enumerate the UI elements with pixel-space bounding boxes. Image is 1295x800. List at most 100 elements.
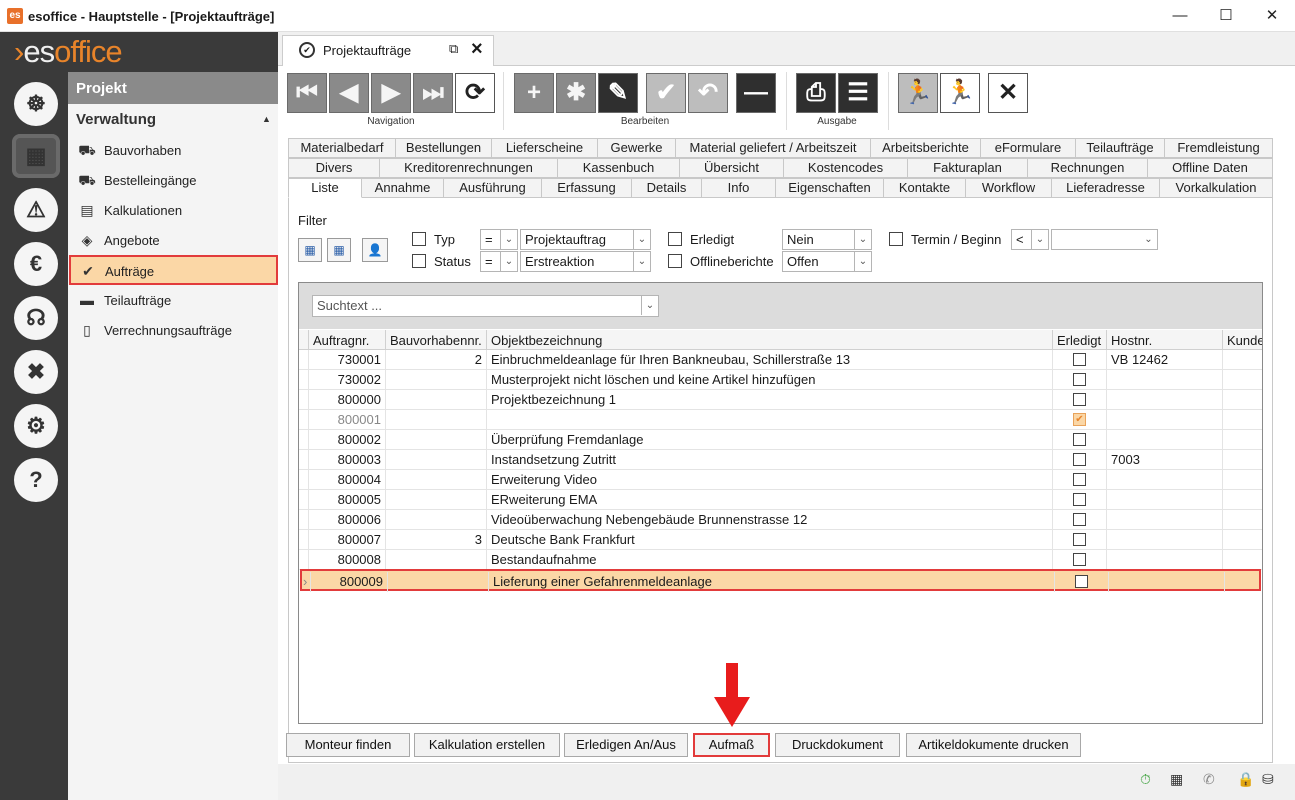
database-icon[interactable]: ⛁	[1262, 771, 1274, 788]
cell-kunde[interactable]	[1223, 370, 1262, 390]
cell-bauvorhabennr[interactable]	[386, 390, 487, 410]
cell-erledigt[interactable]	[1055, 572, 1109, 592]
cell-bauvorhabennr[interactable]: 2	[386, 350, 487, 370]
cell-hostnr[interactable]	[1107, 410, 1223, 430]
table-row[interactable]: 800007 3 Deutsche Bank Frankfurt	[299, 530, 1262, 550]
cell-auftragnr[interactable]: 730002	[309, 370, 386, 390]
tab-workflow[interactable]: Workflow	[966, 178, 1052, 198]
cell-auftragnr[interactable]: 800003	[309, 450, 386, 470]
cell-objektbezeichnung[interactable]: Instandsetzung Zutritt	[487, 450, 1053, 470]
user-filter-icon[interactable]: 👤	[362, 238, 388, 262]
col-erledigt[interactable]: Erledigt	[1053, 330, 1107, 350]
nav-item-angebote[interactable]: ◈ Angebote	[70, 226, 278, 254]
erledigt-checkbox[interactable]	[1073, 393, 1086, 406]
cell-auftragnr[interactable]: 730001	[309, 350, 386, 370]
cell-hostnr[interactable]	[1107, 430, 1223, 450]
erledigt-select[interactable]: Nein ⌄	[782, 229, 872, 250]
col-objektbezeichnung[interactable]: Objektbezeichnung	[487, 330, 1053, 350]
tab-details[interactable]: Details	[632, 178, 702, 198]
filter-building-icon[interactable]: ▦	[298, 238, 322, 262]
erledigt-checkbox[interactable]	[1073, 373, 1086, 386]
headset-icon[interactable]: ☊	[14, 296, 58, 340]
cell-erledigt[interactable]	[1053, 430, 1107, 450]
table-row[interactable]: 730001 2 Einbruchmeldeanlage für Ihren Ban…	[299, 350, 1262, 370]
tab-arbeitsberichte[interactable]: Arbeitsberichte	[871, 138, 981, 158]
erledigt-checkbox[interactable]	[1073, 513, 1086, 526]
tab-teilauftraege[interactable]: Teilaufträge	[1076, 138, 1165, 158]
cell-bauvorhabennr[interactable]	[386, 370, 487, 390]
tab-lieferadresse[interactable]: Lieferadresse	[1052, 178, 1160, 198]
cell-hostnr[interactable]	[1109, 572, 1225, 592]
status-value-select[interactable]: Erstreaktion ⌄	[520, 251, 651, 272]
cell-objektbezeichnung[interactable]: Erweiterung Video	[487, 470, 1053, 490]
cell-kunde[interactable]	[1225, 572, 1264, 592]
tab-lieferscheine[interactable]: Lieferscheine	[492, 138, 598, 158]
cell-bauvorhabennr[interactable]	[386, 470, 487, 490]
erledigt-checkbox[interactable]	[1073, 533, 1086, 546]
first-record-icon[interactable]: ⏮	[287, 73, 327, 113]
close-button[interactable]: ✕	[1249, 0, 1295, 32]
termin-date-select[interactable]: ⌄	[1051, 229, 1158, 250]
cell-hostnr[interactable]	[1107, 550, 1223, 570]
maximize-button[interactable]: ☐	[1203, 0, 1249, 32]
col-hostnr[interactable]: Hostnr.	[1107, 330, 1223, 350]
tab-ausfuehrung[interactable]: Ausführung	[444, 178, 542, 198]
offlineberichte-checkbox[interactable]	[668, 254, 682, 268]
cell-bauvorhabennr[interactable]	[386, 550, 487, 570]
table-row[interactable]: 800001 ✔	[299, 410, 1262, 430]
cell-kunde[interactable]	[1223, 530, 1262, 550]
tab-liste[interactable]: Liste	[288, 178, 362, 198]
cell-bauvorhabennr[interactable]: 3	[386, 530, 487, 550]
kalkulation-erstellen-button[interactable]: Kalkulation erstellen	[414, 733, 560, 757]
tab-bestellungen[interactable]: Bestellungen	[396, 138, 492, 158]
table-row[interactable]: › 800009 Lieferung einer Gefahrenmeldeanla…	[300, 569, 1264, 592]
phone-icon[interactable]: ✆	[1203, 771, 1215, 788]
dashboard-icon[interactable]: ▦	[12, 134, 60, 178]
cell-erledigt[interactable]	[1053, 550, 1107, 570]
cell-auftragnr[interactable]: 800006	[309, 510, 386, 530]
cell-kunde[interactable]	[1223, 450, 1262, 470]
cell-objektbezeichnung[interactable]: Überprüfung Fremdanlage	[487, 430, 1053, 450]
tab-vorkalkulation[interactable]: Vorkalkulation	[1160, 178, 1273, 198]
export-list-icon[interactable]: ☰	[838, 73, 878, 113]
erledigt-checkbox[interactable]	[1073, 553, 1086, 566]
cell-auftragnr[interactable]: 800005	[309, 490, 386, 510]
nav-item-bauvorhaben[interactable]: ⛟ Bauvorhaben	[70, 136, 278, 164]
alarm-light-icon[interactable]: ⚠	[14, 188, 58, 232]
cell-bauvorhabennr[interactable]	[386, 410, 487, 430]
cell-objektbezeichnung[interactable]: Bestandaufnahme	[487, 550, 1053, 570]
cell-bauvorhabennr[interactable]	[386, 450, 487, 470]
erledigt-checkbox[interactable]	[1073, 433, 1086, 446]
cell-hostnr[interactable]	[1107, 390, 1223, 410]
typ-operator-select[interactable]: = ⌄	[480, 229, 518, 250]
ship-wheel-icon[interactable]: ☸	[14, 82, 58, 126]
tools-icon[interactable]: ✖	[14, 350, 58, 394]
cell-objektbezeichnung[interactable]: ERweiterung EMA	[487, 490, 1053, 510]
cell-erledigt[interactable]	[1053, 370, 1107, 390]
nav-item-verrechnungsauftraege[interactable]: ▯ Verrechnungsaufträge	[70, 316, 278, 344]
cell-auftragnr[interactable]: 800008	[309, 550, 386, 570]
settings-icon[interactable]: ⚙	[14, 404, 58, 448]
nav-item-teilauftraege[interactable]: ▬ Teilaufträge	[70, 286, 278, 314]
building-icon[interactable]: ▦	[1170, 771, 1183, 788]
cell-objektbezeichnung[interactable]: Projektbezeichnung 1	[487, 390, 1053, 410]
tab-eigenschaften[interactable]: Eigenschaften	[776, 178, 884, 198]
tab-kreditorenrechnungen[interactable]: Kreditorenrechnungen	[380, 158, 558, 178]
undo-icon[interactable]: ↶	[688, 73, 728, 113]
cell-erledigt[interactable]	[1053, 490, 1107, 510]
cell-bauvorhabennr[interactable]	[386, 510, 487, 530]
tab-info[interactable]: Info	[702, 178, 776, 198]
filter-building-2-icon[interactable]: ▦	[327, 238, 351, 262]
popout-icon[interactable]: ⧉	[449, 41, 458, 57]
erledigt-checkbox[interactable]	[1073, 353, 1086, 366]
tab-annahme[interactable]: Annahme	[362, 178, 444, 198]
cell-bauvorhabennr[interactable]	[386, 490, 487, 510]
cell-erledigt[interactable]	[1053, 390, 1107, 410]
tab-material-geliefert[interactable]: Material geliefert / Arbeitszeit	[676, 138, 871, 158]
cell-kunde[interactable]	[1223, 410, 1262, 430]
table-row[interactable]: 800005 ERweiterung EMA	[299, 490, 1262, 510]
nav-item-auftraege[interactable]: ✔ Aufträge	[69, 255, 278, 285]
cell-erledigt[interactable]	[1053, 450, 1107, 470]
tab-kontakte[interactable]: Kontakte	[884, 178, 966, 198]
timer-icon[interactable]: ⏱	[1140, 771, 1151, 788]
